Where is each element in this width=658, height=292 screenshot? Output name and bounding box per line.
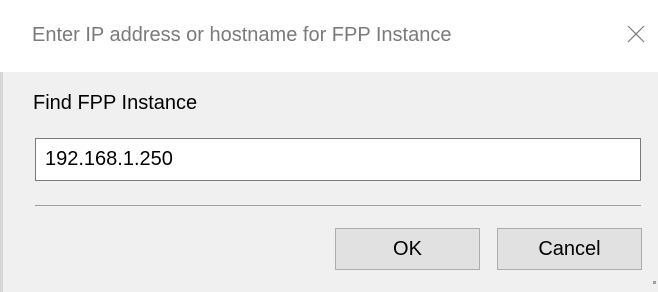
ok-button[interactable]: OK bbox=[335, 228, 480, 270]
ip-address-input[interactable] bbox=[35, 138, 641, 181]
resize-grip[interactable] bbox=[653, 281, 656, 284]
dialog-title: Enter IP address or hostname for FPP Ins… bbox=[32, 24, 452, 46]
find-fpp-instance-label: Find FPP Instance bbox=[33, 92, 198, 114]
close-button[interactable] bbox=[614, 12, 658, 56]
window-border bbox=[0, 72, 3, 292]
ip-address-dialog: Enter IP address or hostname for FPP Ins… bbox=[0, 0, 658, 292]
close-icon bbox=[627, 25, 645, 43]
separator-line bbox=[35, 205, 641, 206]
title-bar[interactable]: Enter IP address or hostname for FPP Ins… bbox=[0, 0, 658, 72]
cancel-button[interactable]: Cancel bbox=[497, 228, 642, 270]
